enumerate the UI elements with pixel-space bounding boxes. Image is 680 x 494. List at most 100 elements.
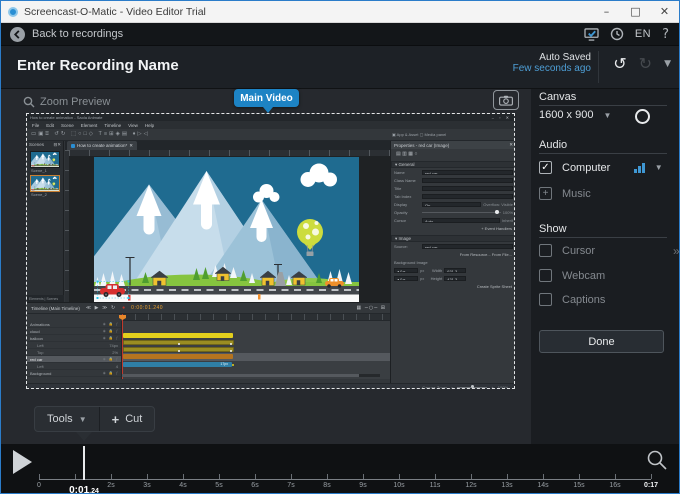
playhead[interactable] — [83, 446, 85, 480]
recording-name-field[interactable]: Enter Recording Name — [17, 57, 179, 74]
back-button[interactable] — [10, 27, 25, 42]
help-button[interactable]: ? — [662, 27, 669, 42]
captions-checkbox[interactable] — [539, 293, 552, 306]
autosave-label: Auto Saved — [513, 52, 591, 63]
tick-label: 10s — [393, 482, 404, 489]
screenshot-button[interactable] — [493, 90, 519, 110]
done-button[interactable]: Done — [539, 330, 664, 353]
app-icon — [8, 7, 18, 17]
inner-menu-scene: Scene — [61, 123, 74, 128]
history-icon[interactable] — [610, 27, 624, 41]
inner-track-row: Left4 — [27, 363, 121, 370]
zoom-preview-label: Zoom Preview — [40, 96, 110, 108]
plus-icon: + — [112, 412, 120, 427]
minimize-button[interactable]: – — [592, 1, 621, 22]
ruler-tick — [363, 474, 364, 479]
inner-prop-row: DisplayOnOverflow: Visible — [391, 200, 515, 208]
window-title: Screencast-O-Matic - Video Editor Trial — [24, 6, 206, 18]
ruler-tick — [327, 474, 328, 479]
inner-menu-edit: Edit — [46, 123, 54, 128]
inner-prop-row: Tab Index — [391, 192, 515, 200]
redo-button[interactable]: ↻ — [639, 54, 652, 73]
show-heading: Show — [539, 223, 567, 235]
video-frame[interactable]: How to create animation - Saola Animate … — [26, 113, 515, 389]
inner-track-row: cloud◉ 🔒 ƒ — [27, 328, 121, 335]
inner-prop-row: Opacity100% — [391, 208, 515, 216]
webcam-label: Webcam — [562, 270, 605, 282]
ruler-tick — [111, 474, 112, 479]
inner-menu-help: Help — [145, 123, 154, 128]
tools-caret — [76, 432, 92, 441]
play-button[interactable] — [13, 450, 32, 474]
timeline-ruler[interactable] — [39, 479, 651, 480]
close-button[interactable]: ✕ — [650, 1, 679, 22]
timeline-zoom-button[interactable] — [646, 449, 668, 476]
inner-properties-panel: Properties - red car (Image)✕ ▤ ▥ ▦ ○ ▾ … — [390, 141, 515, 387]
history-dropdown-chevron-icon[interactable]: ▼ — [664, 59, 671, 69]
inner-panel-tabs: Elements | Scenes — [27, 295, 64, 302]
ruler-tick — [147, 474, 148, 479]
cursor-label: Cursor — [562, 245, 595, 257]
cartoon-scene — [94, 157, 359, 302]
screen-check-icon[interactable] — [584, 28, 599, 41]
cursor-expand-chevrons-icon[interactable]: » — [673, 244, 680, 258]
tick-label: 5s — [215, 482, 222, 489]
maximize-button[interactable]: □ — [621, 1, 650, 22]
tick-label: 9s — [359, 482, 366, 489]
inner-document-tabbar: How to create animation* ✕ — [65, 141, 390, 150]
webcam-checkbox[interactable] — [539, 269, 552, 282]
search-icon — [23, 96, 35, 108]
scene-thumbnail-1: Scene_1 — [30, 151, 60, 173]
ruler-tick — [399, 474, 400, 479]
ruler-tick — [579, 474, 580, 479]
cursor-checkbox[interactable] — [539, 244, 552, 257]
computer-audio-checkbox[interactable]: ✓ — [539, 161, 552, 174]
captions-label: Captions — [562, 294, 605, 306]
tick-label: 12s — [465, 482, 476, 489]
inner-menu-view: View — [128, 123, 138, 128]
inner-track-row: red car◉ 🔒 ƒ — [27, 356, 121, 363]
main-video-badge[interactable]: Main Video — [234, 89, 299, 107]
music-label: Music — [562, 188, 591, 200]
magnifier-icon — [646, 449, 668, 471]
preview-area: Zoom Preview Main Video How to create an… — [1, 89, 531, 444]
add-music-button[interactable]: + — [539, 187, 552, 200]
tick-label: 0 — [37, 482, 41, 489]
zoom-preview-button[interactable]: Zoom Preview — [23, 96, 110, 108]
canvas-size-chevron-icon[interactable]: ▼ — [603, 111, 611, 120]
back-label[interactable]: Back to recordings — [32, 28, 123, 40]
tools-button[interactable]: Tools ▼ — [35, 407, 99, 431]
video-preview-content: How to create animation - Saola Animate … — [27, 114, 514, 388]
canvas-size-dropdown[interactable]: 1600 x 900 — [539, 109, 593, 121]
tools-button-group: Tools ▼ + Cut — [34, 406, 155, 432]
camera-icon — [499, 95, 513, 106]
cut-button[interactable]: + Cut — [100, 407, 155, 431]
audio-options-chevron-icon[interactable]: ▼ — [655, 163, 663, 172]
canvas-heading: Canvas — [539, 91, 576, 103]
ruler-tick — [291, 474, 292, 479]
inner-statusbar: Canvas Zoom −+ 100% — [27, 383, 515, 389]
autosave-status: Auto Saved Few seconds ago — [513, 52, 591, 74]
language-button[interactable]: EN — [635, 28, 651, 40]
window-titlebar: Screencast-O-Matic - Video Editor Trial … — [1, 1, 679, 23]
ruler-tick — [183, 474, 184, 479]
back-arrow-icon — [13, 30, 22, 39]
ruler-tick — [471, 474, 472, 479]
inner-editor-menubar: FileEditSceneElementTimelineViewHelp — [27, 121, 514, 129]
ruler-tick — [543, 474, 544, 479]
autosave-time: Few seconds ago — [513, 63, 591, 74]
undo-button[interactable]: ↺ — [613, 54, 626, 73]
inner-prop-row: Namered car — [391, 168, 515, 176]
header-divider — [598, 51, 599, 83]
inner-scenes-panel: Scenes⊟✕ Scene_1 Scene_2 — [27, 141, 64, 302]
tick-label: 7s — [287, 482, 294, 489]
inner-track-row: Animations◉ 🔒 ƒ — [27, 321, 121, 328]
editor-header: Enter Recording Name Auto Saved Few seco… — [1, 46, 679, 89]
tick-label: 16s — [609, 482, 620, 489]
inner-editor-toolbar: ▭▣⌸ ↺↻ ⬚○□◇ T≡⊞◈▤ ♦▷◁ ▣ App & Asset ▢ Me… — [27, 129, 514, 141]
canvas-color-button[interactable] — [635, 109, 650, 124]
ruler-tick — [507, 474, 508, 479]
app-window: Screencast-O-Matic - Video Editor Trial … — [0, 0, 680, 494]
inner-menu-timeline: Timeline — [104, 123, 121, 128]
tick-label: 15s — [573, 482, 584, 489]
